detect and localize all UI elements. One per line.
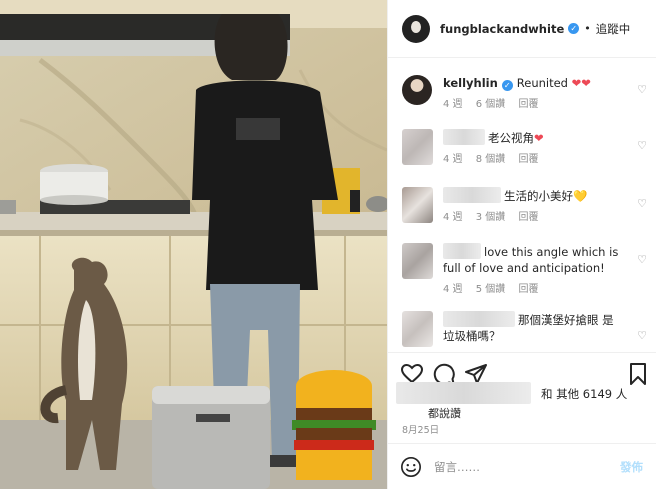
commenter-avatar[interactable] <box>402 75 432 105</box>
post-side-panel: fungblackandwhite ✓ • 追蹤中 kellyhlin ✓ Reun… <box>387 0 656 489</box>
comment-likes[interactable]: 6 個讚 <box>476 99 506 110</box>
like-comment-heart-icon[interactable]: ♡ <box>637 197 647 210</box>
kitchen-scene-image <box>0 0 387 489</box>
post-header: fungblackandwhite ✓ • 追蹤中 <box>388 0 656 58</box>
comment-meta: 4 週 3 個讚 回覆 <box>443 210 623 226</box>
like-comment-heart-icon[interactable]: ♡ <box>637 83 647 96</box>
yellow-heart-emoji: 💛 <box>573 189 588 203</box>
comment-item: 生活的小美好💛 4 週 3 個讚 回覆 ♡ <box>402 187 647 243</box>
heart-emoji: ❤❤ <box>571 76 591 90</box>
comment-body: 生活的小美好💛 4 週 3 個讚 回覆 <box>443 187 623 226</box>
comment-meta: 4 週 8 個讚 回覆 <box>443 152 623 168</box>
commenter-username[interactable] <box>443 311 515 327</box>
comment-likes[interactable]: 5 個讚 <box>476 284 506 295</box>
comment-likes[interactable]: 8 個讚 <box>476 154 506 165</box>
follow-status-button[interactable]: 追蹤中 <box>596 21 631 37</box>
comment-item: 那個漢堡好搶眼 是垃圾桶嗎？ ♡ <box>402 311 647 351</box>
reply-button[interactable]: 回覆 <box>518 284 538 295</box>
commenter-avatar[interactable] <box>402 187 433 223</box>
comment-meta: 4 週 5 個讚 回覆 <box>443 282 623 298</box>
comment-text: 老公视角 <box>488 131 534 145</box>
comment-input[interactable]: 留言…… <box>434 459 480 475</box>
comment-item: love this angle which is full of love an… <box>402 243 647 309</box>
commenter-avatar[interactable] <box>402 311 433 347</box>
verified-badge-icon: ✓ <box>568 23 580 34</box>
comment-text: Reunited <box>516 76 568 90</box>
comments-list[interactable]: kellyhlin ✓ Reunited ❤❤ 4 週 6 個讚 回覆 ♡ 老公视角… <box>388 59 656 351</box>
commenter-username[interactable] <box>443 187 501 203</box>
liked-by-blurred-username[interactable] <box>396 382 531 404</box>
comment-item: 老公视角❤ 4 週 8 個讚 回覆 ♡ <box>402 129 647 185</box>
emoji-smile-icon[interactable] <box>400 456 422 478</box>
post-comment-button[interactable]: 發佈 <box>620 459 643 475</box>
commenter-username[interactable] <box>443 243 481 259</box>
commenter-username[interactable] <box>443 129 485 145</box>
commenter-avatar[interactable] <box>402 243 433 279</box>
comment-time[interactable]: 4 週 <box>443 212 463 223</box>
comment-text: 生活的小美好 <box>504 189 573 203</box>
comment-time[interactable]: 4 週 <box>443 284 463 295</box>
likes-count-text[interactable]: 和 其他 6149 人 <box>541 386 627 402</box>
like-comment-heart-icon[interactable]: ♡ <box>637 139 647 152</box>
commenter-avatar[interactable] <box>402 129 433 165</box>
comment-body: love this angle which is full of love an… <box>443 243 623 298</box>
comment-meta: 4 週 6 個讚 回覆 <box>443 97 623 113</box>
reply-button[interactable]: 回覆 <box>518 154 538 165</box>
comment-item: kellyhlin ✓ Reunited ❤❤ 4 週 6 個讚 回覆 ♡ <box>402 75 647 131</box>
likes-suffix: 都說讚 <box>428 407 461 420</box>
commenter-username[interactable]: kellyhlin <box>443 76 498 90</box>
author-avatar[interactable] <box>402 14 430 43</box>
likes-summary[interactable]: 和 其他 6149 人 <box>388 382 656 404</box>
comment-likes[interactable]: 3 個讚 <box>476 212 506 223</box>
heart-emoji: ❤ <box>534 131 544 145</box>
like-comment-heart-icon[interactable]: ♡ <box>637 253 647 266</box>
post-date[interactable]: 8月25日 <box>402 422 439 436</box>
author-username[interactable]: fungblackandwhite <box>440 22 564 36</box>
comment-time[interactable]: 4 週 <box>443 99 463 110</box>
comment-body: kellyhlin ✓ Reunited ❤❤ 4 週 6 個讚 回覆 <box>443 75 623 113</box>
verified-badge-icon: ✓ <box>501 80 513 91</box>
post-photo[interactable] <box>0 0 387 489</box>
comment-body: 那個漢堡好搶眼 是垃圾桶嗎？ <box>443 311 623 344</box>
separator-dot: • <box>584 22 591 35</box>
reply-button[interactable]: 回覆 <box>518 99 538 110</box>
add-comment-bar: 留言…… 發佈 <box>388 443 656 489</box>
reply-button[interactable]: 回覆 <box>518 212 538 223</box>
comment-body: 老公视角❤ 4 週 8 個讚 回覆 <box>443 129 623 168</box>
like-comment-heart-icon[interactable]: ♡ <box>637 329 647 342</box>
comment-time[interactable]: 4 週 <box>443 154 463 165</box>
